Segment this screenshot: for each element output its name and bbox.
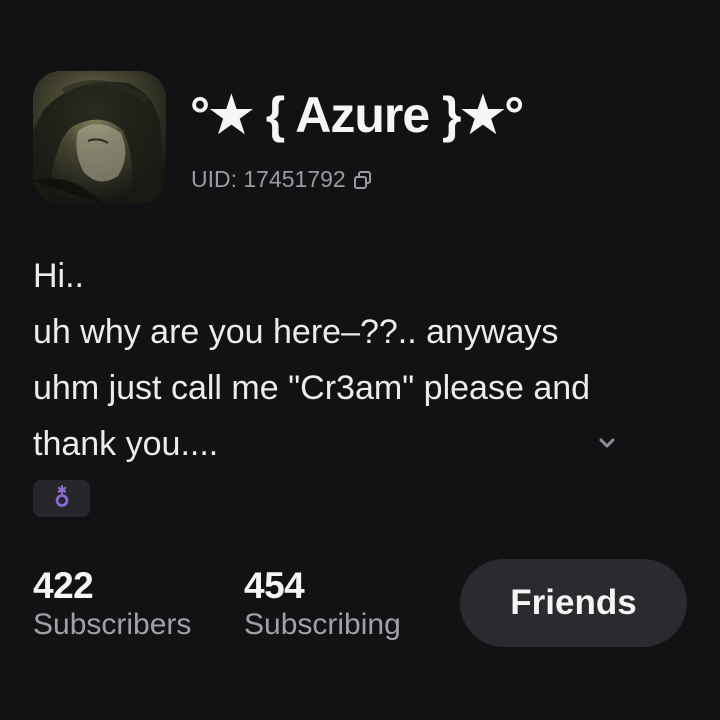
bio-line: thank you.... [33, 425, 219, 463]
profile-screen: °★ { Azure }★° UID: 17451792 Hi.. uh why… [0, 0, 720, 720]
gender-badge[interactable] [33, 480, 90, 517]
uid-label: UID: 17451792 [191, 166, 346, 192]
uid-row: UID: 17451792 [191, 166, 374, 193]
bio-line: uh why are you here–??.. anyways [33, 313, 559, 351]
subscribing-stat[interactable]: 454 Subscribing [244, 566, 401, 642]
gender-badge-icon [53, 484, 71, 513]
display-name: °★ { Azure }★° [190, 87, 524, 143]
subscribing-count: 454 [244, 565, 305, 606]
subscribers-stat[interactable]: 422 Subscribers [33, 566, 191, 642]
avatar[interactable] [33, 71, 166, 204]
friends-button[interactable]: Friends [460, 559, 687, 647]
copy-icon[interactable] [352, 169, 374, 191]
chevron-down-icon[interactable] [596, 434, 618, 452]
subscribers-count: 422 [33, 565, 94, 606]
avatar-image [33, 71, 166, 204]
subscribers-label: Subscribers [33, 608, 192, 641]
subscribing-label: Subscribing [244, 608, 401, 641]
bio-text: Hi.. uh why are you here–??.. anyways uh… [33, 248, 673, 472]
bio-line: uhm just call me "Cr3am" please and [33, 369, 591, 407]
bio-line: Hi.. [33, 257, 84, 295]
